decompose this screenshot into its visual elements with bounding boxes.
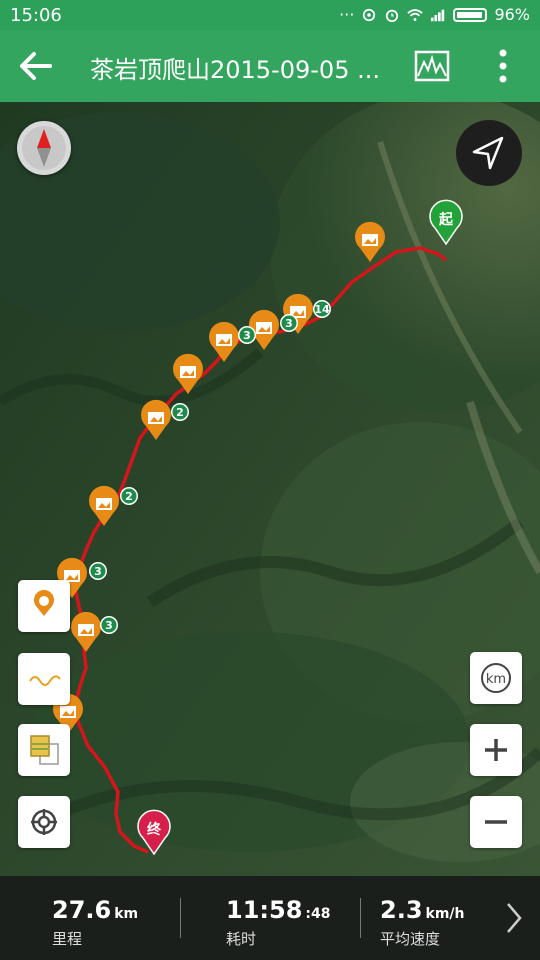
waypoint-badge: 2 (120, 487, 138, 505)
battery-icon (453, 7, 488, 22)
svg-text:起: 起 (438, 211, 454, 228)
distance-stat: 27.6 km 里程 (52, 896, 138, 949)
sync-icon (363, 8, 376, 21)
speed-label: 平均速度 (380, 930, 441, 948)
wifi-icon (407, 8, 424, 21)
chevron-right-icon[interactable] (500, 898, 528, 938)
divider (360, 898, 361, 938)
waypoint-badge: 3 (238, 326, 256, 344)
distance-value: 27.6 (52, 896, 112, 924)
speed-unit: km/h (425, 906, 465, 922)
status-time: 15:06 (10, 5, 62, 26)
svg-text:终: 终 (147, 821, 162, 838)
tracking-target-button[interactable] (18, 796, 70, 848)
app-bar: 茶岩顶爬山2015-09-05 ... (0, 30, 540, 102)
speed-stat: 2.3 km/h 平均速度 (380, 896, 465, 949)
status-icons: ··· 96% (339, 5, 530, 24)
compass-icon (22, 126, 66, 170)
duration-stat: 11:58:48 耗时 (226, 896, 331, 949)
duration-seconds: :48 (305, 906, 331, 922)
zoom-in-button[interactable] (470, 724, 522, 776)
svg-text:3: 3 (243, 329, 251, 342)
pace-marker-icon (34, 590, 54, 616)
tracking-target-icon (31, 809, 57, 835)
pace-marker-button[interactable] (18, 580, 70, 632)
compass-button[interactable] (17, 121, 71, 175)
elevation-line-button[interactable] (18, 653, 70, 705)
waypoint-badge: 3 (280, 314, 298, 332)
elevation-line-icon (29, 675, 61, 686)
page-title: 茶岩顶爬山2015-09-05 ... (90, 56, 380, 84)
distance-unit: km (114, 906, 139, 922)
satellite-map[interactable]: 14 3 3 2 2 3 3 起 终 (0, 102, 540, 876)
waypoint-badge: 14 (313, 300, 331, 318)
unit-toggle-button[interactable]: km (470, 652, 522, 704)
svg-text:2: 2 (176, 406, 184, 419)
duration-label: 耗时 (226, 930, 257, 948)
unit-toggle-icon: km (481, 663, 511, 693)
navigate-icon (472, 136, 504, 170)
stats-bar[interactable]: 27.6 km 里程 11:58:48 耗时 2.3 km/h 平均速度 (0, 876, 540, 960)
signal-icon (431, 9, 445, 21)
status-bar: 15:06 ··· 96% (0, 0, 540, 30)
overflow-menu-icon[interactable] (492, 48, 514, 84)
svg-text:3: 3 (94, 565, 102, 578)
duration-value: 11:58 (226, 896, 303, 924)
elevation-chart-icon[interactable] (414, 50, 450, 82)
svg-text:14: 14 (314, 303, 330, 316)
waypoint-badge: 2 (171, 403, 189, 421)
waypoint-badge: 3 (100, 616, 118, 634)
distance-label: 里程 (52, 930, 83, 948)
zoom-out-icon (485, 820, 507, 824)
speed-value: 2.3 (380, 896, 423, 924)
battery-level: 96% (494, 5, 530, 24)
divider (180, 898, 181, 938)
svg-text:3: 3 (105, 619, 113, 632)
svg-text:km: km (486, 672, 506, 687)
svg-text:2: 2 (125, 490, 133, 503)
navigate-button[interactable] (456, 120, 522, 186)
more-dots-icon: ··· (339, 5, 355, 24)
layer-switch-icon (30, 735, 59, 765)
alarm-icon (386, 9, 399, 22)
zoom-in-icon (485, 739, 507, 761)
waypoint-badge: 3 (89, 562, 107, 580)
zoom-out-button[interactable] (470, 796, 522, 848)
svg-text:3: 3 (285, 317, 293, 330)
map-canvas[interactable]: 14 3 3 2 2 3 3 起 终 (0, 102, 540, 876)
back-arrow-icon[interactable] (14, 46, 56, 86)
layer-switch-button[interactable] (18, 724, 70, 776)
